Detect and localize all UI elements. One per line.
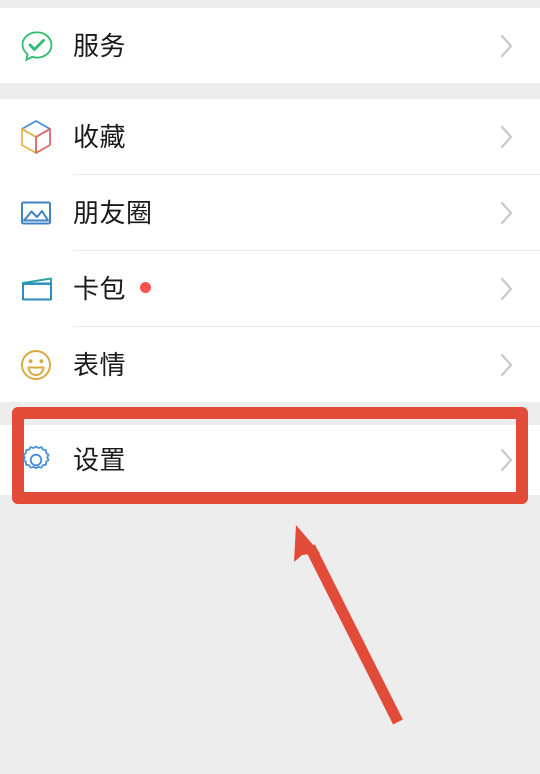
list-item-label: 表情 (73, 352, 496, 378)
list-item-stickers[interactable]: 表情 (0, 327, 540, 402)
phone-screen: 服务 收藏 朋友圈 卡包 表情 设置 (0, 0, 540, 774)
list-item-text: 表情 (73, 349, 127, 380)
list-item-text: 设置 (73, 445, 127, 475)
list-item-text: 服务 (73, 30, 127, 61)
photo-icon (18, 191, 73, 235)
cube-icon (18, 115, 73, 159)
list-item-moments[interactable]: 朋友圈 (0, 175, 540, 250)
list-item-label: 收藏 (73, 124, 496, 150)
settings-group: 设置 (0, 425, 540, 495)
content-group: 收藏 朋友圈 卡包 表情 (0, 99, 540, 402)
top-spacer (0, 0, 540, 8)
wallet-icon (18, 267, 73, 311)
list-item-favorites[interactable]: 收藏 (0, 99, 540, 174)
chevron-right-icon (496, 276, 518, 302)
chevron-right-icon (496, 352, 518, 378)
list-item-text: 卡包 (73, 273, 127, 304)
gear-icon (18, 438, 73, 482)
list-item-services[interactable]: 服务 (0, 8, 540, 83)
group-spacer-2 (0, 402, 540, 425)
list-item-text: 收藏 (73, 121, 127, 152)
chevron-right-icon (496, 33, 518, 59)
speech-bubble-check-icon (18, 24, 73, 68)
chevron-right-icon (496, 124, 518, 150)
annotation-arrow (270, 515, 430, 740)
smiley-icon (18, 343, 73, 387)
list-item-label: 卡包 (73, 276, 496, 302)
list-item-label: 设置 (73, 447, 496, 473)
status-badge (140, 282, 152, 293)
list-item-label: 服务 (73, 33, 496, 59)
chevron-right-icon (496, 447, 518, 473)
list-item-text: 朋友圈 (73, 197, 153, 228)
group-spacer-1 (0, 83, 540, 99)
list-item-cards[interactable]: 卡包 (0, 251, 540, 326)
services-group: 服务 (0, 8, 540, 83)
list-item-label: 朋友圈 (73, 200, 496, 226)
chevron-right-icon (496, 200, 518, 226)
list-item-settings[interactable]: 设置 (0, 425, 540, 495)
